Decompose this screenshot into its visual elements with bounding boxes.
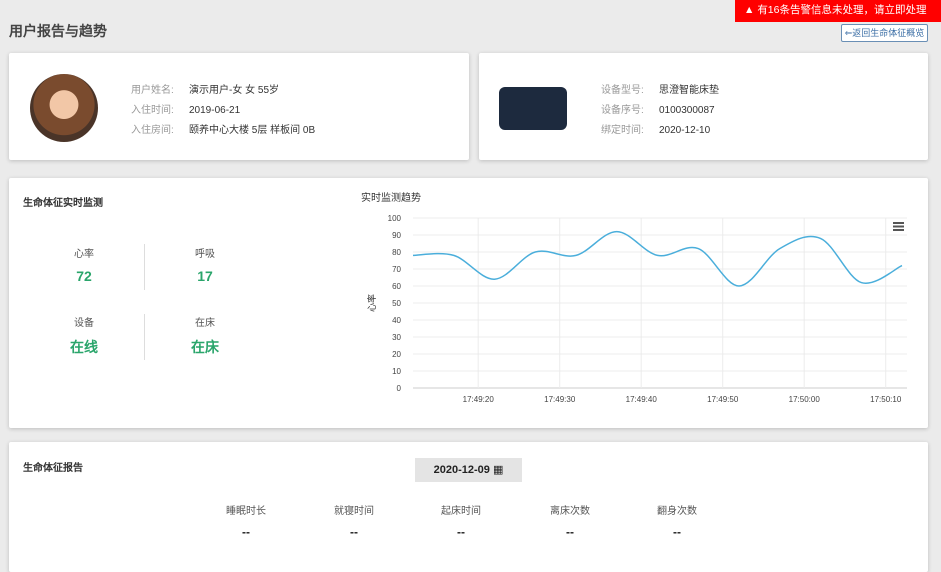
page-title: 用户报告与趋势 xyxy=(9,23,107,39)
metric-label: 设备 xyxy=(74,318,94,329)
turn-over-count: 翻身次数 -- xyxy=(642,502,712,539)
y-axis-label: 心率 xyxy=(366,294,377,312)
wake-time: 起床时间 -- xyxy=(426,502,496,539)
room-row: 入住房间: 颐养中心大楼 5层 样板间 0B xyxy=(131,121,315,136)
x-tick-label: 17:50:10 xyxy=(870,395,902,404)
bedtime: 就寝时间 -- xyxy=(319,502,389,539)
bind-date: 2020-12-10 xyxy=(659,125,711,136)
warning-icon: ▲ xyxy=(744,4,758,16)
user-card: 用户姓名: 演示用户-女 女 55岁 入住时间: 2019-06-21 入住房间: 颐… xyxy=(9,53,469,160)
y-tick-label: 60 xyxy=(392,282,401,291)
divider xyxy=(144,244,145,290)
metric-label: 在床 xyxy=(195,318,215,329)
divider xyxy=(144,314,145,360)
y-tick-label: 10 xyxy=(392,367,401,376)
report-value: -- xyxy=(566,525,574,539)
label: 用户姓名: xyxy=(131,85,174,96)
report-value: -- xyxy=(350,525,358,539)
metric-value: 17 xyxy=(197,268,213,284)
x-tick-label: 17:49:50 xyxy=(707,395,739,404)
avatar xyxy=(30,74,98,142)
heart-rate-metric: 心率 72 xyxy=(39,245,129,284)
breath-metric: 呼吸 17 xyxy=(160,245,250,284)
y-tick-label: 80 xyxy=(392,248,401,257)
user-name: 演示用户-女 女 55岁 xyxy=(189,85,280,96)
x-tick-label: 17:49:20 xyxy=(463,395,495,404)
report-value: -- xyxy=(242,525,250,539)
y-tick-label: 30 xyxy=(392,333,401,342)
device-serial-row: 设备序号: 0100300087 xyxy=(601,101,715,116)
report-label: 就寝时间 xyxy=(334,506,374,517)
x-tick-label: 17:49:40 xyxy=(626,395,658,404)
device-serial: 0100300087 xyxy=(659,105,715,116)
label: 入住房间: xyxy=(131,125,174,136)
vitals-title: 生命体征实时监测 xyxy=(23,198,103,209)
y-tick-label: 20 xyxy=(392,350,401,359)
metric-value: 72 xyxy=(76,268,92,284)
user-name-row: 用户姓名: 演示用户-女 女 55岁 xyxy=(131,81,279,96)
device-status-metric: 设备 在线 xyxy=(39,314,129,357)
device-image xyxy=(499,87,567,130)
chart-title: 实时监测趋势 xyxy=(361,191,421,204)
date-picker[interactable]: 2020-12-09 ▦ xyxy=(415,458,522,482)
alert-text: 有16条告警信息未处理，请立即处理 xyxy=(757,4,927,16)
y-tick-label: 40 xyxy=(392,316,401,325)
heart-rate-series-line xyxy=(412,230,903,287)
x-tick-label: 17:50:00 xyxy=(789,395,821,404)
label: 绑定时间: xyxy=(601,125,644,136)
y-tick-label: 0 xyxy=(397,384,402,393)
calendar-icon: ▦ xyxy=(492,464,504,476)
y-tick-label: 100 xyxy=(388,214,402,223)
device-model: 思澄智能床垫 xyxy=(659,85,719,96)
report-label: 离床次数 xyxy=(550,506,590,517)
in-bed-metric: 在床 在床 xyxy=(160,314,250,357)
y-tick-label: 70 xyxy=(392,265,401,274)
device-model-row: 设备型号: 思澄智能床垫 xyxy=(601,81,719,96)
metric-value: 在床 xyxy=(191,339,219,355)
label: 设备型号: xyxy=(601,85,644,96)
report-label: 起床时间 xyxy=(441,506,481,517)
device-card: 设备型号: 思澄智能床垫 设备序号: 0100300087 绑定时间: 2020-12… xyxy=(479,53,928,160)
back-to-overview-button[interactable]: ⇐返回生命体征概览 xyxy=(841,24,928,42)
label: 入住时间: xyxy=(131,105,174,116)
hamburger-menu-icon[interactable] xyxy=(893,222,904,231)
metric-value: 在线 xyxy=(70,339,98,355)
sleep-duration: 睡眠时长 -- xyxy=(211,502,281,539)
report-value: -- xyxy=(457,525,465,539)
x-tick-label: 17:49:30 xyxy=(544,395,576,404)
y-tick-label: 50 xyxy=(392,299,401,308)
y-tick-label: 90 xyxy=(392,231,401,240)
report-title: 生命体征报告 xyxy=(23,463,83,474)
metric-label: 呼吸 xyxy=(195,249,215,260)
leave-bed-count: 离床次数 -- xyxy=(535,502,605,539)
alert-banner[interactable]: ▲ 有16条告警信息未处理，请立即处理 xyxy=(735,0,941,22)
bind-date-row: 绑定时间: 2020-12-10 xyxy=(601,121,710,136)
report-date: 2020-12-09 xyxy=(433,464,490,476)
metric-label: 心率 xyxy=(74,249,94,260)
report-label: 翻身次数 xyxy=(657,506,697,517)
trend-chart: 实时监测趋势 心率 0 10 20 30 40 50 60 70 80 90 100 17:49:20… xyxy=(361,191,907,404)
label: 设备序号: xyxy=(601,105,644,116)
checkin-date-row: 入住时间: 2019-06-21 xyxy=(131,101,240,116)
checkin-date: 2019-06-21 xyxy=(189,105,241,116)
report-value: -- xyxy=(673,525,681,539)
report-label: 睡眠时长 xyxy=(226,506,266,517)
room: 颐养中心大楼 5层 样板间 0B xyxy=(189,125,316,136)
report-card: 生命体征报告 2020-12-09 ▦ 睡眠时长 -- 就寝时间 -- 起床时间 --… xyxy=(9,442,928,572)
